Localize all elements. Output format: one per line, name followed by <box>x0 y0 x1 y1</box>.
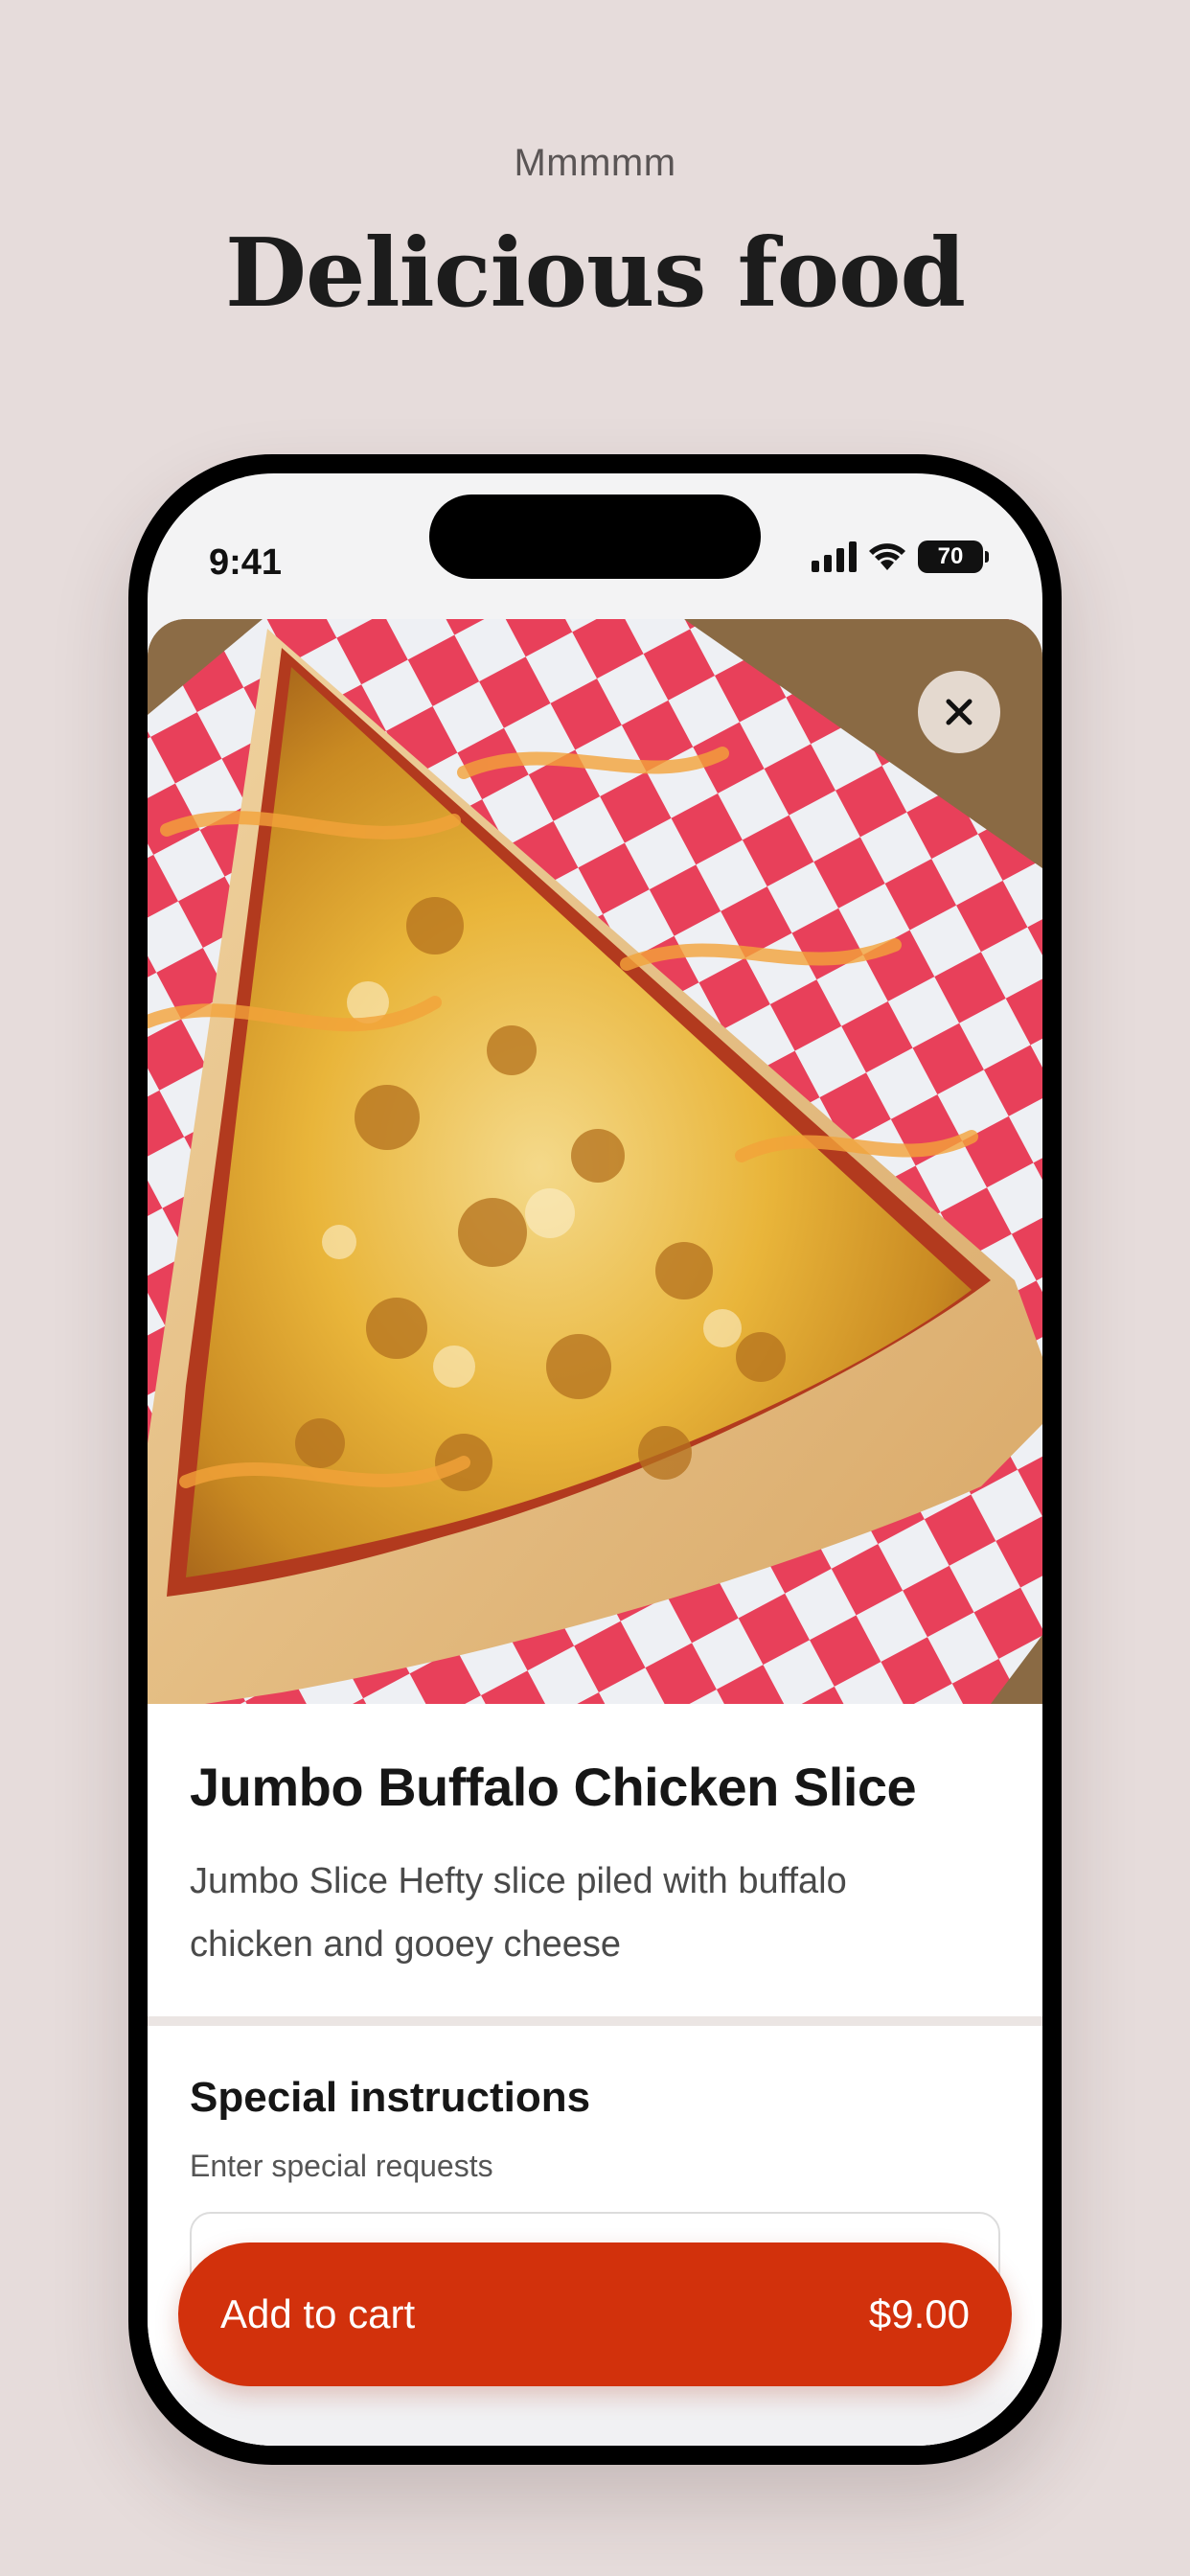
item-title: Jumbo Buffalo Chicken Slice <box>190 1757 917 1817</box>
cellular-signal-icon <box>812 541 857 572</box>
special-instructions-subtitle: Enter special requests <box>190 2149 493 2183</box>
pizza-slice-photo <box>148 619 1042 1704</box>
dynamic-island <box>429 494 761 579</box>
special-instructions-title: Special instructions <box>190 2074 591 2121</box>
cart-price: $9.00 <box>868 2291 970 2336</box>
battery-icon: 70 <box>918 540 989 573</box>
add-to-cart-label: Add to cart <box>220 2291 416 2336</box>
phone-screen: 9:41 70 Jumbo Buffalo Chicken Slice Jumb… <box>148 473 1042 2446</box>
status-time: 9:41 <box>209 542 283 583</box>
item-description: Jumbo Slice Hefty slice piled with buffa… <box>190 1861 847 1965</box>
section-divider <box>148 2016 1042 2026</box>
promo-kicker: Mmmmm <box>514 142 676 184</box>
status-icons: 70 <box>812 540 989 573</box>
wifi-icon <box>869 543 905 570</box>
close-button[interactable] <box>918 671 1000 753</box>
promo-headline: Delicious food <box>224 218 966 329</box>
close-icon <box>946 699 973 725</box>
item-detail-sheet: Jumbo Buffalo Chicken Slice Jumbo Slice … <box>148 619 1042 2446</box>
add-to-cart-button[interactable]: Add to cart $9.00 <box>178 2242 1012 2386</box>
phone-frame: 9:41 70 Jumbo Buffalo Chicken Slice Jumb… <box>128 454 1062 2465</box>
